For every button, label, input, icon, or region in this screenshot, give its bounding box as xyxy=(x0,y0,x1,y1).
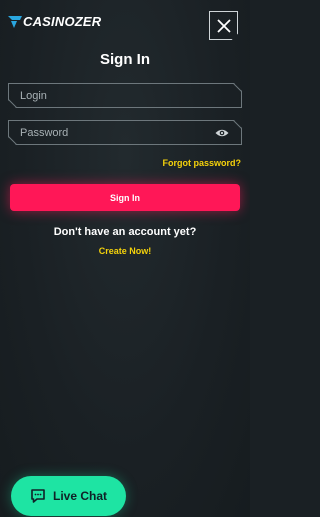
login-input[interactable] xyxy=(9,84,241,107)
casinozer-logo-icon xyxy=(8,15,22,28)
sign-in-screen: CASINOZER Sign In Forgot password? Sign … xyxy=(0,0,250,517)
password-field xyxy=(8,120,242,145)
create-account-link[interactable]: Create Now! xyxy=(0,246,250,256)
password-input[interactable] xyxy=(9,121,241,144)
brand-logo[interactable]: CASINOZER xyxy=(8,14,101,29)
close-icon xyxy=(216,18,231,33)
page-title: Sign In xyxy=(100,51,150,68)
no-account-prompt: Don't have an account yet? xyxy=(53,226,197,238)
sign-in-button[interactable]: Sign In xyxy=(10,184,240,211)
login-field xyxy=(8,83,242,108)
forgot-password-link[interactable]: Forgot password? xyxy=(163,158,242,168)
close-button[interactable] xyxy=(209,11,238,40)
live-chat-label: Live Chat xyxy=(52,489,107,503)
live-chat-button[interactable]: Live Chat xyxy=(11,476,126,516)
brand-name: CASINOZER xyxy=(23,14,102,29)
chat-bubble-icon xyxy=(31,489,45,503)
eye-icon[interactable] xyxy=(215,128,229,138)
